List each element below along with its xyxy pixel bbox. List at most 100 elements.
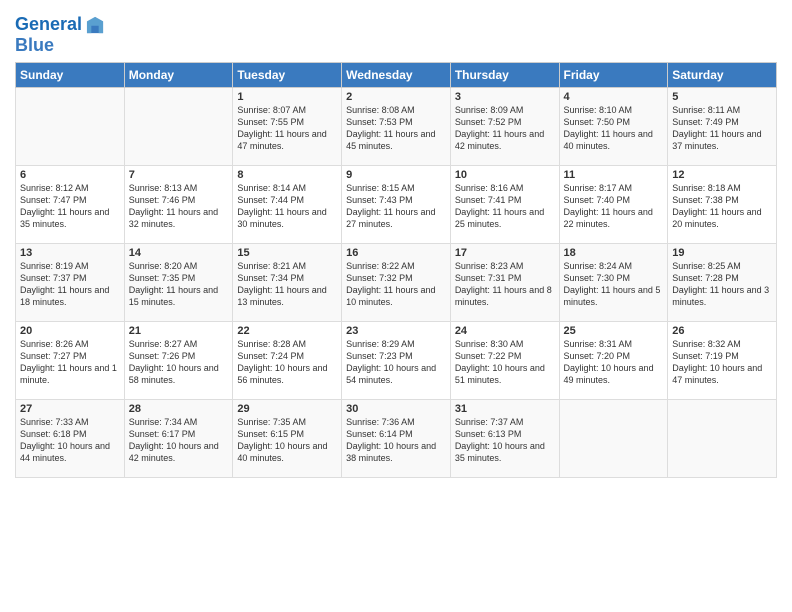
calendar-cell: 13Sunrise: 8:19 AMSunset: 7:37 PMDayligh… bbox=[16, 243, 125, 321]
page: General Blue SundayMondayTuesdayWednesda… bbox=[0, 0, 792, 612]
calendar-cell: 4Sunrise: 8:10 AMSunset: 7:50 PMDaylight… bbox=[559, 87, 668, 165]
day-info: Sunrise: 8:09 AMSunset: 7:52 PMDaylight:… bbox=[455, 104, 555, 153]
day-number: 6 bbox=[20, 169, 120, 181]
weekday-header-monday: Monday bbox=[124, 62, 233, 87]
day-number: 1 bbox=[237, 91, 337, 103]
calendar-cell: 19Sunrise: 8:25 AMSunset: 7:28 PMDayligh… bbox=[668, 243, 777, 321]
week-row-4: 20Sunrise: 8:26 AMSunset: 7:27 PMDayligh… bbox=[16, 321, 777, 399]
week-row-2: 6Sunrise: 8:12 AMSunset: 7:47 PMDaylight… bbox=[16, 165, 777, 243]
calendar-cell: 21Sunrise: 8:27 AMSunset: 7:26 PMDayligh… bbox=[124, 321, 233, 399]
day-number: 4 bbox=[564, 91, 664, 103]
logo-icon bbox=[84, 14, 106, 36]
day-number: 30 bbox=[346, 403, 446, 415]
day-number: 28 bbox=[129, 403, 229, 415]
day-info: Sunrise: 8:22 AMSunset: 7:32 PMDaylight:… bbox=[346, 260, 446, 309]
day-number: 9 bbox=[346, 169, 446, 181]
weekday-header-thursday: Thursday bbox=[450, 62, 559, 87]
day-info: Sunrise: 7:33 AMSunset: 6:18 PMDaylight:… bbox=[20, 416, 120, 465]
day-info: Sunrise: 8:18 AMSunset: 7:38 PMDaylight:… bbox=[672, 182, 772, 231]
calendar-cell: 6Sunrise: 8:12 AMSunset: 7:47 PMDaylight… bbox=[16, 165, 125, 243]
logo-text-blue: Blue bbox=[15, 36, 106, 56]
calendar-cell: 31Sunrise: 7:37 AMSunset: 6:13 PMDayligh… bbox=[450, 399, 559, 477]
calendar-cell: 20Sunrise: 8:26 AMSunset: 7:27 PMDayligh… bbox=[16, 321, 125, 399]
day-info: Sunrise: 8:31 AMSunset: 7:20 PMDaylight:… bbox=[564, 338, 664, 387]
day-number: 20 bbox=[20, 325, 120, 337]
day-number: 10 bbox=[455, 169, 555, 181]
day-info: Sunrise: 7:34 AMSunset: 6:17 PMDaylight:… bbox=[129, 416, 229, 465]
calendar-cell: 7Sunrise: 8:13 AMSunset: 7:46 PMDaylight… bbox=[124, 165, 233, 243]
day-number: 23 bbox=[346, 325, 446, 337]
day-info: Sunrise: 8:29 AMSunset: 7:23 PMDaylight:… bbox=[346, 338, 446, 387]
day-number: 5 bbox=[672, 91, 772, 103]
calendar-cell: 10Sunrise: 8:16 AMSunset: 7:41 PMDayligh… bbox=[450, 165, 559, 243]
day-number: 7 bbox=[129, 169, 229, 181]
calendar-cell: 8Sunrise: 8:14 AMSunset: 7:44 PMDaylight… bbox=[233, 165, 342, 243]
day-info: Sunrise: 8:12 AMSunset: 7:47 PMDaylight:… bbox=[20, 182, 120, 231]
weekday-header-friday: Friday bbox=[559, 62, 668, 87]
day-number: 21 bbox=[129, 325, 229, 337]
day-info: Sunrise: 8:20 AMSunset: 7:35 PMDaylight:… bbox=[129, 260, 229, 309]
day-number: 22 bbox=[237, 325, 337, 337]
calendar-cell: 14Sunrise: 8:20 AMSunset: 7:35 PMDayligh… bbox=[124, 243, 233, 321]
day-info: Sunrise: 8:24 AMSunset: 7:30 PMDaylight:… bbox=[564, 260, 664, 309]
day-info: Sunrise: 7:36 AMSunset: 6:14 PMDaylight:… bbox=[346, 416, 446, 465]
day-number: 2 bbox=[346, 91, 446, 103]
day-info: Sunrise: 8:17 AMSunset: 7:40 PMDaylight:… bbox=[564, 182, 664, 231]
day-number: 26 bbox=[672, 325, 772, 337]
day-info: Sunrise: 8:13 AMSunset: 7:46 PMDaylight:… bbox=[129, 182, 229, 231]
calendar-cell: 27Sunrise: 7:33 AMSunset: 6:18 PMDayligh… bbox=[16, 399, 125, 477]
day-number: 3 bbox=[455, 91, 555, 103]
calendar-cell bbox=[124, 87, 233, 165]
day-info: Sunrise: 8:07 AMSunset: 7:55 PMDaylight:… bbox=[237, 104, 337, 153]
calendar-cell: 2Sunrise: 8:08 AMSunset: 7:53 PMDaylight… bbox=[342, 87, 451, 165]
day-number: 8 bbox=[237, 169, 337, 181]
calendar-cell: 26Sunrise: 8:32 AMSunset: 7:19 PMDayligh… bbox=[668, 321, 777, 399]
calendar-cell bbox=[16, 87, 125, 165]
day-info: Sunrise: 8:30 AMSunset: 7:22 PMDaylight:… bbox=[455, 338, 555, 387]
day-info: Sunrise: 8:16 AMSunset: 7:41 PMDaylight:… bbox=[455, 182, 555, 231]
day-info: Sunrise: 8:11 AMSunset: 7:49 PMDaylight:… bbox=[672, 104, 772, 153]
day-number: 29 bbox=[237, 403, 337, 415]
calendar-cell: 15Sunrise: 8:21 AMSunset: 7:34 PMDayligh… bbox=[233, 243, 342, 321]
day-number: 18 bbox=[564, 247, 664, 259]
day-number: 19 bbox=[672, 247, 772, 259]
day-info: Sunrise: 8:15 AMSunset: 7:43 PMDaylight:… bbox=[346, 182, 446, 231]
day-number: 12 bbox=[672, 169, 772, 181]
calendar-cell: 17Sunrise: 8:23 AMSunset: 7:31 PMDayligh… bbox=[450, 243, 559, 321]
day-info: Sunrise: 8:32 AMSunset: 7:19 PMDaylight:… bbox=[672, 338, 772, 387]
day-number: 25 bbox=[564, 325, 664, 337]
day-number: 17 bbox=[455, 247, 555, 259]
calendar-cell: 22Sunrise: 8:28 AMSunset: 7:24 PMDayligh… bbox=[233, 321, 342, 399]
day-number: 14 bbox=[129, 247, 229, 259]
calendar-cell: 3Sunrise: 8:09 AMSunset: 7:52 PMDaylight… bbox=[450, 87, 559, 165]
day-info: Sunrise: 8:08 AMSunset: 7:53 PMDaylight:… bbox=[346, 104, 446, 153]
day-info: Sunrise: 7:37 AMSunset: 6:13 PMDaylight:… bbox=[455, 416, 555, 465]
calendar-cell: 23Sunrise: 8:29 AMSunset: 7:23 PMDayligh… bbox=[342, 321, 451, 399]
day-number: 13 bbox=[20, 247, 120, 259]
day-info: Sunrise: 8:23 AMSunset: 7:31 PMDaylight:… bbox=[455, 260, 555, 309]
day-info: Sunrise: 8:19 AMSunset: 7:37 PMDaylight:… bbox=[20, 260, 120, 309]
day-number: 11 bbox=[564, 169, 664, 181]
calendar-cell: 29Sunrise: 7:35 AMSunset: 6:15 PMDayligh… bbox=[233, 399, 342, 477]
calendar-cell: 30Sunrise: 7:36 AMSunset: 6:14 PMDayligh… bbox=[342, 399, 451, 477]
day-info: Sunrise: 8:26 AMSunset: 7:27 PMDaylight:… bbox=[20, 338, 120, 387]
day-number: 24 bbox=[455, 325, 555, 337]
weekday-header-wednesday: Wednesday bbox=[342, 62, 451, 87]
week-row-5: 27Sunrise: 7:33 AMSunset: 6:18 PMDayligh… bbox=[16, 399, 777, 477]
calendar-cell: 5Sunrise: 8:11 AMSunset: 7:49 PMDaylight… bbox=[668, 87, 777, 165]
day-info: Sunrise: 8:27 AMSunset: 7:26 PMDaylight:… bbox=[129, 338, 229, 387]
calendar-cell: 12Sunrise: 8:18 AMSunset: 7:38 PMDayligh… bbox=[668, 165, 777, 243]
calendar-cell bbox=[668, 399, 777, 477]
day-info: Sunrise: 8:10 AMSunset: 7:50 PMDaylight:… bbox=[564, 104, 664, 153]
calendar-cell: 25Sunrise: 8:31 AMSunset: 7:20 PMDayligh… bbox=[559, 321, 668, 399]
logo: General Blue bbox=[15, 14, 106, 56]
calendar-table: SundayMondayTuesdayWednesdayThursdayFrid… bbox=[15, 62, 777, 478]
weekday-header-row: SundayMondayTuesdayWednesdayThursdayFrid… bbox=[16, 62, 777, 87]
calendar-cell: 24Sunrise: 8:30 AMSunset: 7:22 PMDayligh… bbox=[450, 321, 559, 399]
weekday-header-saturday: Saturday bbox=[668, 62, 777, 87]
weekday-header-sunday: Sunday bbox=[16, 62, 125, 87]
calendar-cell: 18Sunrise: 8:24 AMSunset: 7:30 PMDayligh… bbox=[559, 243, 668, 321]
week-row-3: 13Sunrise: 8:19 AMSunset: 7:37 PMDayligh… bbox=[16, 243, 777, 321]
day-info: Sunrise: 8:28 AMSunset: 7:24 PMDaylight:… bbox=[237, 338, 337, 387]
day-info: Sunrise: 8:21 AMSunset: 7:34 PMDaylight:… bbox=[237, 260, 337, 309]
